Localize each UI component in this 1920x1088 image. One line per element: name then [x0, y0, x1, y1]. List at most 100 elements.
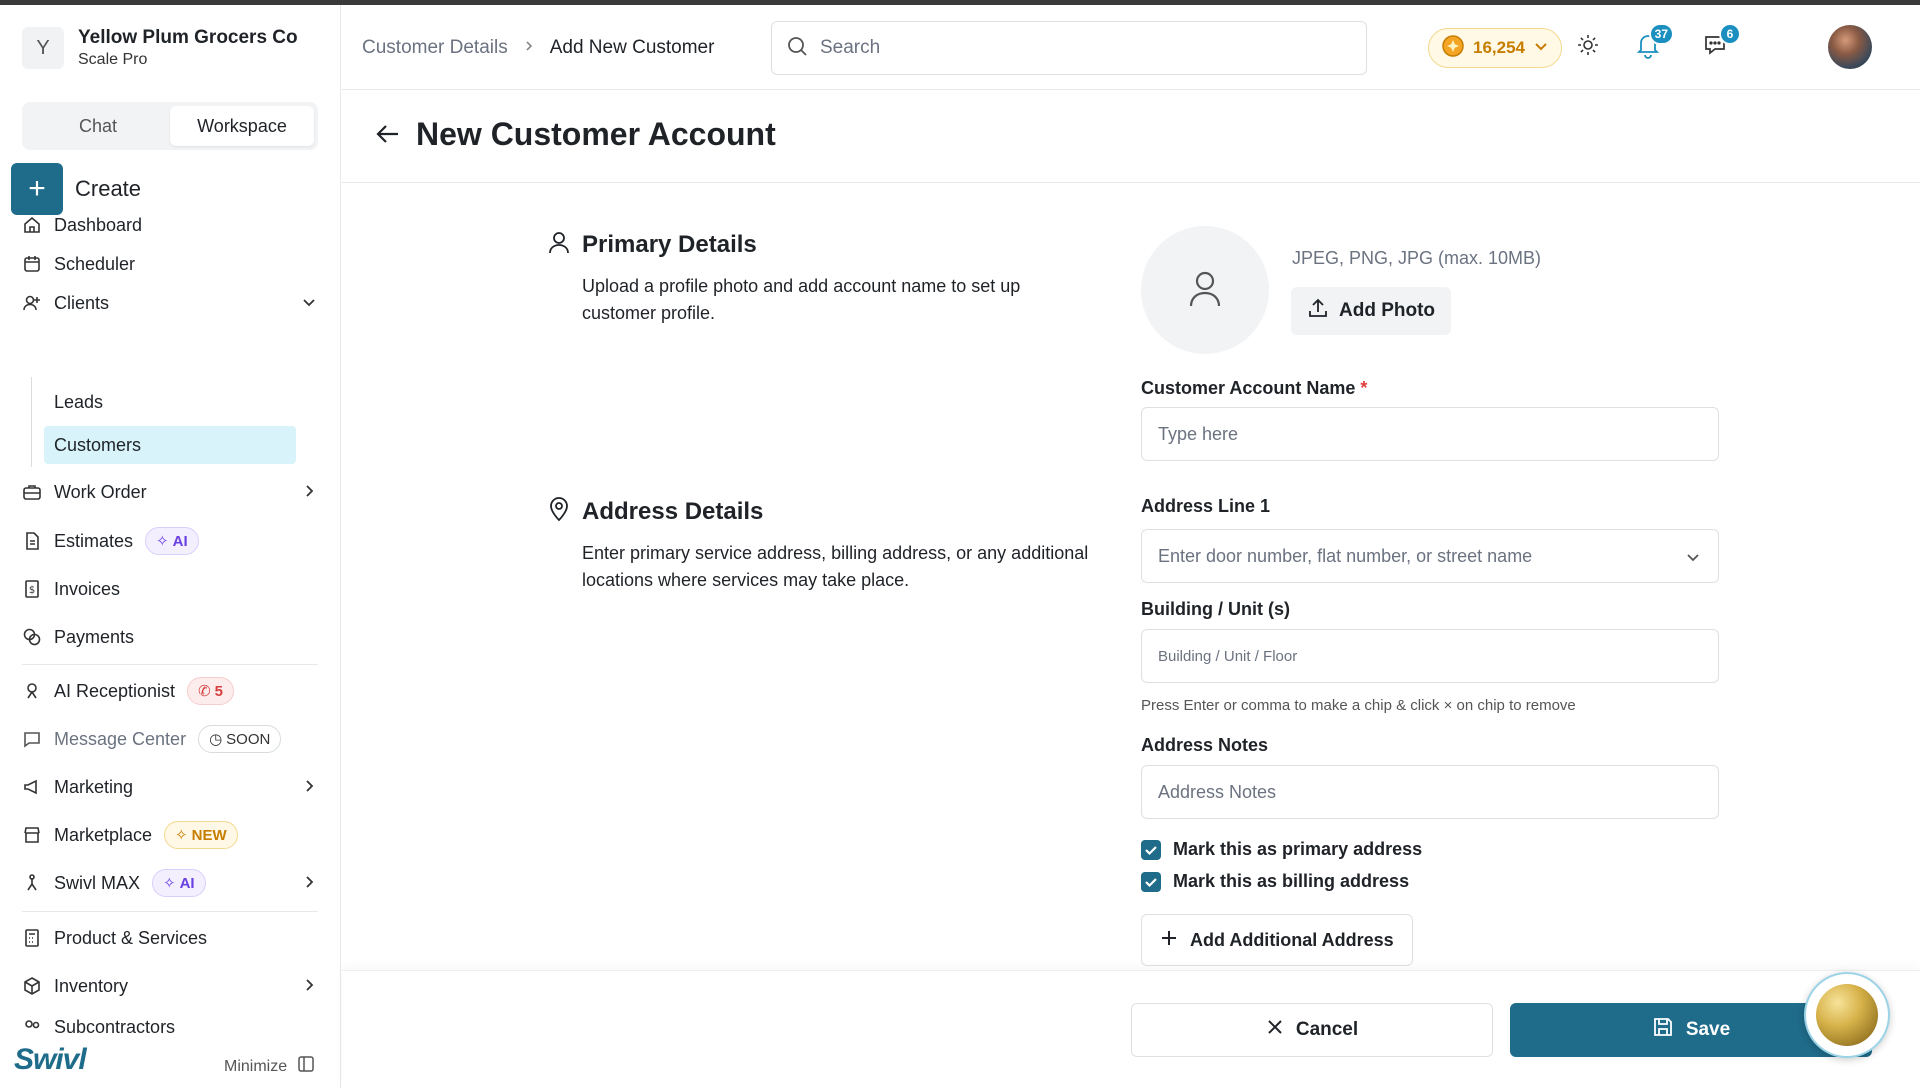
- user-plus-icon: [22, 293, 42, 313]
- address-line1-label: Address Line 1: [1141, 496, 1271, 516]
- sidebar-item-swivl-max[interactable]: Swivl MAX ✧ AI: [22, 864, 318, 902]
- sparkle-icon: ✧: [175, 827, 188, 844]
- sidebar-item-product-services[interactable]: Product & Services: [22, 919, 318, 957]
- ai-badge: ✧ AI: [145, 527, 199, 555]
- arrow-left-icon: [374, 125, 402, 152]
- chevron-right-icon: [300, 873, 318, 896]
- sidebar-item-customers[interactable]: Customers: [44, 426, 296, 464]
- user-avatar[interactable]: [1828, 25, 1872, 69]
- store-icon: [22, 825, 42, 845]
- document-icon: [22, 531, 42, 551]
- add-additional-address-label: Add Additional Address: [1190, 929, 1394, 950]
- add-additional-address-button[interactable]: Add Additional Address: [1141, 914, 1413, 966]
- breadcrumb-customer-details[interactable]: Customer Details: [362, 37, 508, 59]
- assistant-orb-icon: [1816, 984, 1878, 1046]
- sparkle-icon: ✧: [156, 533, 169, 550]
- upload-icon: [1307, 297, 1329, 325]
- sidebar-item-inventory[interactable]: Inventory: [22, 967, 318, 1005]
- sidebar-item-label: Inventory: [54, 975, 129, 996]
- chevron-down-icon: [300, 293, 318, 316]
- breadcrumb-current: Add New Customer: [549, 37, 715, 58]
- users-icon: [22, 1017, 42, 1033]
- account-name-input[interactable]: [1158, 423, 1702, 445]
- account-name-label-text: Customer Account Name: [1141, 378, 1356, 398]
- messages-button[interactable]: 6: [1699, 23, 1741, 63]
- sidebar-item-work-order[interactable]: Work Order: [22, 473, 318, 511]
- building-field: [1141, 629, 1719, 683]
- page-title: New Customer Account: [416, 116, 776, 152]
- sidebar-item-label: Message Center: [54, 728, 187, 749]
- org-name: Yellow Plum Grocers Co: [78, 27, 298, 48]
- required-asterisk: *: [1360, 378, 1368, 398]
- cancel-button[interactable]: Cancel: [1131, 1003, 1493, 1057]
- home-icon: [22, 215, 42, 235]
- address-notes-input[interactable]: [1158, 781, 1702, 803]
- soon-badge-label: SOON: [226, 730, 271, 748]
- account-name-label: Customer Account Name *: [1141, 378, 1367, 399]
- sidebar-item-leads[interactable]: Leads: [44, 383, 296, 421]
- megaphone-icon: [22, 777, 42, 797]
- invoice-icon: $: [22, 579, 42, 599]
- credits-value: 16,254: [1473, 38, 1525, 57]
- theme-toggle-button[interactable]: [1572, 31, 1604, 63]
- photo-format-hint: JPEG, PNG, JPG (max. 10MB): [1292, 248, 1542, 268]
- sidebar-item-payments[interactable]: Payments: [22, 618, 318, 656]
- building-label: Building / Unit (s): [1141, 599, 1290, 619]
- sidebar-item-marketplace[interactable]: Marketplace ✧ NEW: [22, 816, 318, 854]
- save-label: Save: [1685, 1019, 1731, 1040]
- box-icon: [22, 976, 42, 996]
- chevron-down-icon[interactable]: [1684, 548, 1702, 571]
- sidebar-item-clients[interactable]: Clients: [22, 284, 318, 322]
- billing-address-checkbox-row[interactable]: Mark this as billing address: [1141, 871, 1409, 892]
- org-initial-badge: Y: [22, 27, 64, 69]
- check-icon: [1145, 845, 1157, 855]
- assistant-launcher[interactable]: [1804, 972, 1890, 1058]
- search-icon: [786, 35, 808, 62]
- back-button[interactable]: [374, 120, 402, 153]
- sidebar-item-marketing[interactable]: Marketing: [22, 768, 318, 806]
- sidebar-item-message-center[interactable]: Message Center ◷ SOON: [22, 720, 318, 758]
- floppy-disk-icon: [1652, 1016, 1674, 1044]
- close-icon: [1266, 1018, 1284, 1042]
- billing-address-checkbox[interactable]: [1141, 871, 1161, 892]
- user-icon: [1183, 266, 1227, 315]
- message-icon: [22, 729, 42, 749]
- sidebar: Y Yellow Plum Grocers Co Scale Pro Chat …: [0, 5, 341, 1088]
- missed-calls-badge: ✆ 5: [187, 677, 234, 705]
- calendar-icon: [22, 254, 42, 274]
- minimize-sidebar-button[interactable]: Minimize: [224, 1055, 315, 1078]
- sidebar-item-ai-receptionist[interactable]: AI Receptionist ✆ 5: [22, 672, 318, 710]
- coin-icon: [1441, 34, 1465, 63]
- building-input[interactable]: [1158, 647, 1702, 665]
- account-name-field: [1141, 407, 1719, 461]
- credits-button[interactable]: 16,254: [1428, 28, 1562, 68]
- sidebar-item-label: Work Order: [54, 481, 147, 502]
- sidebar-item-label: AI Receptionist: [54, 680, 176, 701]
- sidebar-item-dashboard[interactable]: Dashboard: [22, 206, 318, 244]
- tab-chat[interactable]: Chat: [26, 106, 170, 146]
- sidebar-item-label: Invoices: [54, 578, 121, 599]
- sidebar-item-invoices[interactable]: $ Invoices: [22, 570, 318, 608]
- tab-workspace[interactable]: Workspace: [170, 106, 314, 146]
- address-line1-input[interactable]: [1158, 545, 1702, 567]
- sidebar-panel-icon: [297, 1055, 315, 1078]
- primary-address-checkbox[interactable]: [1141, 839, 1161, 860]
- search-input[interactable]: [820, 37, 1340, 59]
- notifications-button[interactable]: 37: [1632, 23, 1674, 63]
- primary-details-description: Upload a profile photo and add account n…: [582, 273, 1020, 327]
- billing-address-label: Mark this as billing address: [1173, 871, 1410, 891]
- user-icon: [546, 229, 572, 260]
- sidebar-item-subcontractors[interactable]: Subcontractors: [22, 1015, 318, 1033]
- sparkle-icon: ✧: [163, 875, 176, 892]
- new-badge-label: NEW: [191, 826, 227, 844]
- primary-address-checkbox-row[interactable]: Mark this as primary address: [1141, 839, 1422, 860]
- chevron-right-icon: [300, 777, 318, 800]
- sidebar-item-scheduler[interactable]: Scheduler: [22, 245, 318, 283]
- ai-badge: ✧ AI: [152, 869, 206, 897]
- sidebar-item-estimates[interactable]: Estimates ✧ AI: [22, 522, 318, 560]
- add-photo-button[interactable]: Add Photo: [1291, 287, 1452, 335]
- clock-icon: ◷: [209, 731, 223, 748]
- sidebar-item-label: Swivl MAX: [54, 872, 141, 893]
- page-title-bar: New Customer Account: [342, 90, 1920, 183]
- org-switcher[interactable]: Y Yellow Plum Grocers Co Scale Pro: [22, 27, 298, 69]
